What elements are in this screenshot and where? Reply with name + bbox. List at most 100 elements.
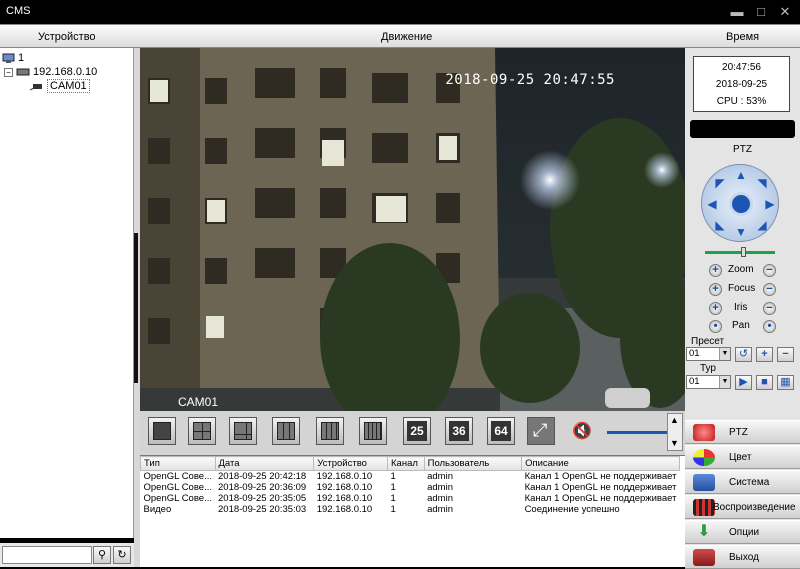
log-cell: 192.168.0.10 [316,471,373,482]
ptz-center-button[interactable] [729,192,753,216]
layout-16-icon [364,422,382,440]
layout-36-label: 36 [449,421,469,441]
log-header-cell[interactable]: Дата [214,456,315,471]
log-header-cell[interactable]: Устройство [313,456,388,471]
side-menu-system[interactable]: Система [685,470,800,494]
camera-icon [30,84,42,91]
layout-13-icon [321,422,339,440]
event-log: Тип Дата Устройство Канал Пользователь Описан… [140,455,685,567]
log-row[interactable]: Видео 2018-09-25 20:35:03 192.168.0.10 1 adm… [141,504,680,515]
log-header-cell[interactable]: Пользователь [423,456,523,471]
arrow-right-icon[interactable]: ▶ [763,197,777,211]
tree-search-input[interactable] [2,546,92,564]
zoom-in-button[interactable]: + [709,264,722,277]
preset-label: Пресет [691,336,725,347]
tour-select[interactable]: 01 ▼ [686,375,731,389]
chevron-down-icon[interactable]: ▼ [670,438,679,448]
log-cell: Канал 1 OpenGL не поддерживает [524,482,677,493]
arrow-down-right-icon[interactable]: ◢ [755,218,769,232]
log-cell: 1 [390,493,396,504]
log-row[interactable]: OpenGL Cове... 2018-09-25 20:42:18 192.168… [141,471,680,482]
tour-stop-button[interactable]: ■ [756,375,773,390]
menu-device[interactable]: Устройство [38,31,96,43]
log-cell: admin [427,504,453,515]
side-menu-options[interactable]: ⬇ Опции [685,520,800,544]
mute-icon[interactable]: 🔇 [572,421,592,441]
log-row[interactable]: OpenGL Cове... 2018-09-25 20:36:09 192.168… [141,482,680,493]
arrow-down-left-icon[interactable]: ◣ [713,218,727,232]
speed-slider[interactable] [705,247,775,257]
arrow-up-icon[interactable]: ▲ [734,168,748,182]
layout-64-button[interactable]: 64 [487,417,515,445]
zoom-out-button[interactable]: − [763,264,776,277]
side-menu-playback[interactable]: Воспроизведение [685,495,800,519]
layout-16-button[interactable] [359,417,387,445]
close-button[interactable]: ✕ [776,4,794,20]
log-header-row: Тип Дата Устройство Канал Пользователь Описан… [140,456,680,471]
log-cell: admin [427,471,453,482]
volume-slider[interactable] [607,431,667,434]
arrow-up-left-icon[interactable]: ◤ [713,176,727,190]
chevron-up-icon[interactable]: ▲ [670,415,679,425]
preset-select[interactable]: 01 ▼ [686,347,731,361]
layout-13-button[interactable] [316,417,344,445]
tree-root[interactable]: 1 [2,52,24,64]
tour-grid-button[interactable]: ▦ [777,375,794,390]
log-header-cell[interactable]: Канал [387,456,425,471]
tree-camera[interactable]: CAM01 [30,79,90,93]
splitter-grip[interactable] [134,233,138,383]
focus-out-button[interactable]: − [763,283,776,296]
layout-6-button[interactable] [229,417,257,445]
arrow-up-right-icon[interactable]: ◥ [755,176,769,190]
video-view[interactable]: 2018-09-25 20:47:55 CAM01 [140,48,685,411]
iris-open-button[interactable]: + [709,302,722,315]
device-tree: 1 − 192.168.0.10 CAM01 [0,48,134,538]
side-menu-ptz[interactable]: PTZ [685,420,800,444]
collapse-icon[interactable]: − [4,67,13,77]
log-row[interactable]: OpenGL Cове... 2018-09-25 20:35:05 192.168… [141,493,680,504]
tour-play-button[interactable]: ▶ [735,375,752,390]
video-timestamp: 2018-09-25 20:47:55 [445,72,615,88]
log-cell: OpenGL Cове... [143,482,213,493]
log-cell: 1 [390,471,396,482]
dropdown-arrow-icon: ▼ [719,376,730,388]
tree-host[interactable]: − 192.168.0.10 [4,66,97,78]
log-header-cell[interactable]: Описание [521,456,680,471]
log-cell: Канал 1 OpenGL не поддерживает [524,471,677,482]
focus-label: Focus [728,283,756,294]
log-cell: 2018-09-25 20:42:18 [218,471,307,482]
layout-4-button[interactable] [188,417,216,445]
focus-in-button[interactable]: + [709,283,722,296]
side-menu-exit[interactable]: Выход [685,545,800,569]
minimize-button[interactable]: ▬ [728,4,746,20]
speed-slider-thumb[interactable] [741,247,746,257]
ptz-direction-pad[interactable]: ▲ ▼ ◀ ▶ ◤ ◥ ◣ ◢ [701,164,779,242]
menu-motion[interactable]: Движение [381,31,432,43]
pan-start-button[interactable]: • [709,320,722,333]
log-header-cell[interactable]: Тип [140,456,216,471]
fullscreen-button[interactable]: ⤢ [527,417,555,445]
side-menu-color[interactable]: Цвет [685,445,800,469]
preset-goto-button[interactable]: ↺ [735,347,752,362]
pan-stop-button[interactable]: • [763,320,776,333]
side-menu-exit-label: Выход [729,552,759,563]
layout-9-button[interactable] [272,417,300,445]
log-cell: Видео [143,504,172,515]
layout-25-button[interactable]: 25 [403,417,431,445]
cpu-usage: CPU : 53% [716,96,767,107]
refresh-icon[interactable]: ↻ [113,546,131,564]
menu-time[interactable]: Время [726,31,759,43]
maximize-button[interactable]: □ [752,4,770,20]
layout-1-button[interactable] [148,417,176,445]
dropdown-arrow-icon: ▼ [719,348,730,360]
search-icon[interactable]: ⚲ [93,546,111,564]
preset-delete-button[interactable]: − [777,347,794,362]
arrow-down-icon[interactable]: ▼ [734,225,748,239]
video-camera-label: CAM01 [178,395,219,409]
toolbar-scroll[interactable]: ▲ ▼ [667,413,683,451]
preset-add-button[interactable]: + [756,347,773,362]
layout-36-button[interactable]: 36 [445,417,473,445]
tree-camera-label: CAM01 [47,79,90,93]
iris-close-button[interactable]: − [763,302,776,315]
arrow-left-icon[interactable]: ◀ [705,197,719,211]
